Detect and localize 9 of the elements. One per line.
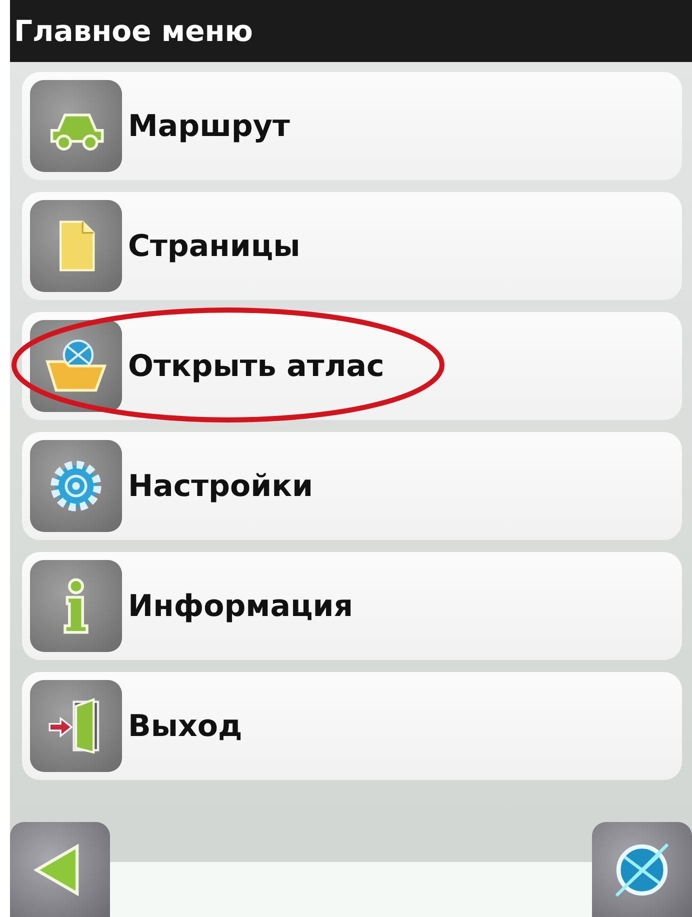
window-title: Главное меню	[10, 0, 692, 62]
menu-item[interactable]: Выход	[22, 672, 682, 780]
back-button[interactable]	[10, 822, 110, 917]
globe-button[interactable]	[592, 822, 692, 917]
menu-item[interactable]: Информация	[22, 552, 682, 660]
menu-item[interactable]: Настройки	[22, 432, 682, 540]
menu-item[interactable]: Страницы	[22, 192, 682, 300]
menu-item[interactable]: Маршрут	[22, 72, 682, 180]
menu-item[interactable]: Открыть атлас	[22, 312, 682, 420]
